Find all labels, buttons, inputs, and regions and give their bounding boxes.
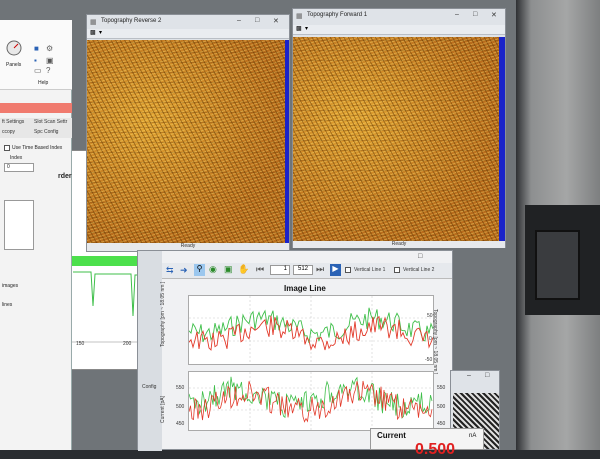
tab-ft-settings[interactable]: ft Settings — [2, 119, 24, 125]
book-icon[interactable]: ■ — [34, 44, 39, 53]
current-reverse-series — [188, 380, 433, 423]
image-line-toolbar: ⇆ ➜ ⚲ ◉ ▣ ✋ ⏮ 1 512 ⏭ ▶ Vertical Line 1 … — [162, 263, 452, 279]
app-icon: ▦ — [296, 13, 303, 20]
tool-icon[interactable]: ▩ — [296, 25, 302, 32]
vertical-line-2-checkbox[interactable] — [394, 267, 400, 273]
image-toolbar: ▩ ▾ — [293, 25, 505, 35]
chevron-down-icon[interactable]: ▾ — [99, 29, 102, 36]
image-icon[interactable]: ▣ — [224, 264, 233, 275]
maximize-button[interactable]: □ — [255, 17, 259, 24]
current-line-plot[interactable] — [188, 371, 434, 431]
image-line-window: Config □ ⇆ ➜ ⚲ ◉ ▣ ✋ ⏮ 1 512 ⏭ ▶ Vertica… — [137, 250, 453, 451]
line-number-input[interactable]: 1 — [270, 265, 290, 275]
preview-box — [4, 200, 34, 250]
next-line-icon[interactable]: ⏭ — [316, 264, 324, 275]
window-title: Topography Reverse 2 — [101, 18, 162, 24]
status-bar: Ready — [293, 241, 505, 248]
lock-icon[interactable]: ▣ — [46, 56, 54, 65]
current-line-svg — [188, 372, 433, 430]
images-label: images — [2, 283, 19, 289]
y-tick-right: 550 — [437, 385, 446, 391]
vertical-line-2-label: Vertical Line 2 — [403, 267, 435, 273]
save-icon[interactable]: ▪ — [34, 56, 37, 65]
lines-label: lines — [2, 302, 13, 308]
y-tick-left: 450 — [176, 421, 185, 427]
minimize-button[interactable]: – — [237, 17, 241, 24]
top-plot-ylabel-left: Topography [pm ~ 18.05 nm ] — [160, 281, 166, 347]
vertical-line-1-label: Vertical Line 1 — [354, 267, 386, 273]
line-total: 512 — [293, 265, 313, 275]
x-tick: 150 — [76, 341, 85, 347]
previous-line-icon[interactable]: ⏮ — [256, 264, 264, 275]
topography-line-plot[interactable] — [188, 295, 434, 365]
help-icon[interactable]: ? — [46, 66, 50, 75]
app-icon: ▦ — [90, 19, 97, 26]
alert-bar — [0, 103, 72, 113]
scan-progress-bar — [499, 37, 505, 241]
current-unit: nA — [469, 433, 477, 439]
window-title: Topography Forward 1 — [307, 12, 368, 18]
window-icon[interactable]: ▭ — [34, 66, 42, 75]
y-tick-right: 0 — [429, 336, 432, 342]
tab-slot-scan-settings[interactable]: Slot Scan Settr — [34, 119, 67, 125]
time-based-index-checkbox[interactable] — [4, 145, 10, 151]
minimize-button[interactable]: – — [467, 372, 471, 379]
y-tick-right: 50 — [427, 313, 433, 319]
current-title: Current — [377, 431, 406, 440]
tab-ccopy[interactable]: ccopy — [2, 129, 15, 135]
index-label: Index — [10, 155, 23, 161]
y-tick-left: 550 — [176, 385, 185, 391]
background-device — [535, 230, 580, 300]
minimize-button[interactable]: – — [455, 11, 459, 18]
close-button[interactable]: ✕ — [491, 11, 497, 19]
close-button[interactable]: ✕ — [273, 17, 279, 25]
y-tick-right: -50 — [425, 357, 433, 363]
move-arrow-icon[interactable]: ➜ — [180, 265, 188, 276]
chevron-down-icon[interactable]: ▾ — [305, 25, 308, 32]
plot-title: Image Line — [284, 284, 326, 293]
maximize-button[interactable]: □ — [473, 11, 477, 18]
config-label: Config — [142, 384, 157, 390]
side-panel — [138, 251, 162, 451]
image-toolbar: ▩ ▾ — [87, 29, 289, 39]
index-input[interactable]: 0 — [4, 163, 34, 172]
current-value: 0.500 — [415, 441, 456, 458]
tab-spc-config[interactable]: Spc Config — [34, 129, 58, 135]
pan-arrow-icon[interactable]: ⇆ — [166, 265, 174, 276]
zoom-icon[interactable]: ⚲ — [194, 264, 205, 276]
scan-progress-bar — [285, 40, 289, 243]
live-update-icon[interactable]: ▶ — [330, 264, 341, 276]
topography-line-svg — [188, 296, 434, 364]
hand-icon[interactable]: ✋ — [238, 264, 249, 275]
gauge-icon[interactable] — [6, 40, 22, 56]
target-icon[interactable]: ◉ — [209, 264, 217, 275]
y-tick-left: 500 — [176, 404, 185, 410]
ribbon-item-help[interactable]: Help — [38, 80, 48, 86]
topography-image[interactable] — [293, 37, 499, 241]
settings-tabs: ft Settings Slot Scan Settr ccopy Spc Co… — [0, 118, 72, 138]
current-readout-panel: Current nA 0.500 — [370, 428, 484, 458]
ribbon-item-panels[interactable]: Panels — [6, 62, 21, 68]
ribbon-toolbar: Panels ■ ⚙ ▪ ▣ ▭ ? Help — [0, 20, 72, 90]
gear-icon[interactable]: ⚙ — [46, 44, 53, 53]
topography-reverse-window: Topography Reverse 2 ▦ – □ ✕ ▩ ▾ Ready — [86, 14, 290, 252]
time-based-index-label: Use Time Based Index — [12, 145, 63, 151]
x-tick: 200 — [123, 341, 132, 347]
bottom-plot-ylabel-left: Current [pA] — [160, 396, 166, 423]
topography-forward-window: Topography Forward 1 ▦ – □ ✕ ▩ ▾ Ready — [292, 8, 506, 248]
y-tick-right: 500 — [437, 404, 446, 410]
maximize-button[interactable]: □ — [485, 372, 489, 379]
y-tick-right: 450 — [437, 421, 446, 427]
tool-icon[interactable]: ▩ — [90, 29, 96, 36]
maximize-button[interactable]: □ — [418, 253, 422, 260]
topography-image[interactable] — [87, 40, 285, 243]
order-label: rder — [58, 173, 72, 180]
vertical-line-1-checkbox[interactable] — [345, 267, 351, 273]
